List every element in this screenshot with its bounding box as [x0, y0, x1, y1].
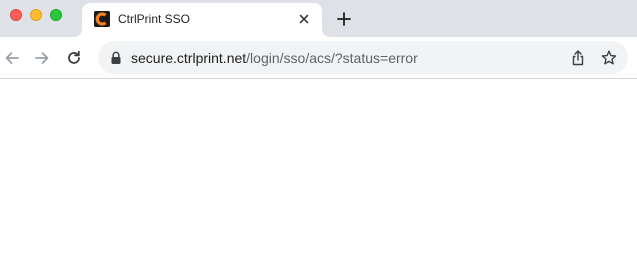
tab-strip: CtrlPrint SSO — [0, 0, 637, 37]
window-maximize-button[interactable] — [50, 9, 62, 21]
url-text[interactable]: secure.ctrlprint.net/login/sso/acs/?stat… — [131, 50, 418, 66]
plus-icon[interactable] — [335, 10, 353, 28]
ctrlprint-logo-icon — [94, 11, 110, 27]
page-content — [0, 79, 637, 257]
tab-title: CtrlPrint SSO — [118, 12, 191, 26]
share-icon[interactable] — [570, 49, 586, 67]
reload-icon[interactable] — [65, 49, 83, 67]
arrow-left-icon[interactable] — [3, 49, 21, 67]
star-icon[interactable] — [600, 49, 618, 67]
close-icon[interactable] — [296, 11, 312, 27]
lock-icon[interactable] — [110, 51, 122, 65]
active-tab[interactable]: CtrlPrint SSO — [82, 3, 322, 37]
address-bar[interactable]: secure.ctrlprint.net/login/sso/acs/?stat… — [98, 41, 628, 74]
url-host: secure.ctrlprint.net — [131, 50, 247, 66]
window-minimize-button[interactable] — [30, 9, 42, 21]
arrow-right-icon[interactable] — [33, 49, 51, 67]
browser-toolbar: secure.ctrlprint.net/login/sso/acs/?stat… — [0, 37, 637, 78]
window-close-button[interactable] — [10, 9, 22, 21]
url-path: /login/sso/acs/?status=error — [246, 50, 418, 66]
